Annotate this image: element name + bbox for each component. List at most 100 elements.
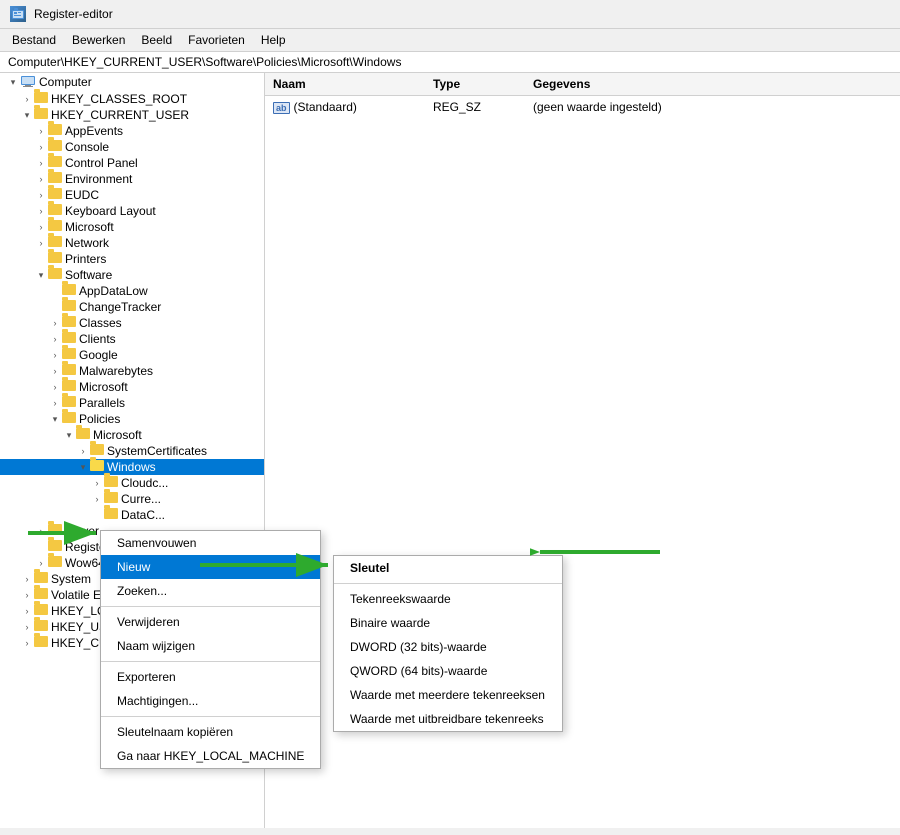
network-label: Network — [65, 236, 109, 250]
malwarebytes-label: Malwarebytes — [79, 364, 153, 378]
tree-item-systemcertificates[interactable]: › SystemCertificates — [0, 443, 264, 459]
green-arrow-nieuw — [200, 553, 340, 578]
tree-item-software[interactable]: ▾ Software — [0, 267, 264, 283]
tree-item-control-panel[interactable]: › Control Panel — [0, 155, 264, 171]
separator-2 — [101, 661, 320, 662]
changetracker-label: ChangeTracker — [79, 300, 161, 314]
expander-network: › — [34, 238, 48, 248]
folder-icon-microsoft — [48, 220, 62, 234]
expander-policies: ▾ — [48, 414, 62, 425]
expander-microsoft: › — [34, 222, 48, 232]
folder-icon-appdatalow — [62, 284, 76, 298]
separator-3 — [101, 716, 320, 717]
sub-menu-dword[interactable]: DWORD (32 bits)-waarde — [334, 635, 562, 659]
folder-icon-environment — [48, 172, 62, 186]
context-menu-naam-wijzigen[interactable]: Naam wijzigen — [101, 634, 320, 658]
expander-control-panel: › — [34, 158, 48, 168]
tree-item-changetracker[interactable]: ChangeTracker — [0, 299, 264, 315]
folder-icon-windows — [90, 460, 104, 474]
console-label: Console — [65, 140, 109, 154]
expander-software: ▾ — [34, 270, 48, 281]
tree-item-clients[interactable]: › Clients — [0, 331, 264, 347]
folder-icon-software — [48, 268, 62, 282]
context-menu-machtigingen[interactable]: Machtigingen... — [101, 689, 320, 713]
tree-item-eudc[interactable]: › EUDC — [0, 187, 264, 203]
menu-bewerken[interactable]: Bewerken — [66, 31, 131, 49]
tree-item-appdatalow[interactable]: AppDataLow — [0, 283, 264, 299]
expander-wow6432node: › — [34, 558, 48, 568]
tree-item-microsoft[interactable]: › Microsoft — [0, 219, 264, 235]
folder-icon-current-user — [34, 108, 48, 122]
window-title: Register-editor — [34, 7, 113, 21]
sub-menu-sleutel[interactable]: Sleutel — [334, 556, 562, 580]
tree-item-printers[interactable]: Printers — [0, 251, 264, 267]
folder-icon-console — [48, 140, 62, 154]
col-gegevens: Gegevens — [525, 75, 900, 93]
tree-item-curre[interactable]: › Curre... — [0, 491, 264, 507]
sub-menu-tekenreeks[interactable]: Tekenreekswaarde — [334, 587, 562, 611]
expander-hkey-local-machine: › — [20, 606, 34, 616]
tree-item-cloudc[interactable]: › Cloudc... — [0, 475, 264, 491]
expander-parallels: › — [48, 398, 62, 408]
classes-label: Classes — [79, 316, 122, 330]
folder-icon-network — [48, 236, 62, 250]
folder-icon-eudc — [48, 188, 62, 202]
tree-item-windows[interactable]: ▾ Windows — [0, 459, 264, 475]
sub-menu-qword[interactable]: QWORD (64 bits)-waarde — [334, 659, 562, 683]
context-menu-verwijderen[interactable]: Verwijderen — [101, 610, 320, 634]
tree-item-network[interactable]: › Network — [0, 235, 264, 251]
menu-beeld[interactable]: Beeld — [135, 31, 178, 49]
folder-icon-volatile — [34, 588, 48, 602]
address-bar: Computer\HKEY_CURRENT_USER\Software\Poli… — [0, 52, 900, 73]
tree-item-parallels[interactable]: › Parallels — [0, 395, 264, 411]
expander-environment: › — [34, 174, 48, 184]
context-menu-exporteren[interactable]: Exporteren — [101, 665, 320, 689]
environment-label: Environment — [65, 172, 132, 186]
eudc-label: EUDC — [65, 188, 99, 202]
control-panel-label: Control Panel — [65, 156, 138, 170]
context-menu-samenvouwen[interactable]: Samenvouwen — [101, 531, 320, 555]
folder-icon-hkey-users — [34, 620, 48, 634]
tree-item-google[interactable]: › Google — [0, 347, 264, 363]
tree-item-classes[interactable]: › Classes — [0, 315, 264, 331]
tree-item-console[interactable]: › Console — [0, 139, 264, 155]
sub-menu-binaire[interactable]: Binaire waarde — [334, 611, 562, 635]
sub-menu-meerdere[interactable]: Waarde met meerdere tekenreeksen — [334, 683, 562, 707]
folder-icon-system — [34, 572, 48, 586]
microsoft-label: Microsoft — [65, 220, 114, 234]
pol-microsoft-label: Microsoft — [93, 428, 142, 442]
reg-ab-icon: ab — [273, 102, 290, 114]
details-row-standard[interactable]: ab(Standaard) REG_SZ (geen waarde ingest… — [265, 96, 900, 118]
menu-bestand[interactable]: Bestand — [6, 31, 62, 49]
expander-clients: › — [48, 334, 62, 344]
tree-item-environment[interactable]: › Environment — [0, 171, 264, 187]
details-header: Naam Type Gegevens — [265, 73, 900, 96]
tree-item-hkey-current-user[interactable]: ▾ HKEY_CURRENT_USER — [0, 107, 264, 123]
context-menu-ga-naar[interactable]: Ga naar HKEY_LOCAL_MACHINE — [101, 744, 320, 768]
context-menu-zoeken[interactable]: Zoeken... — [101, 579, 320, 603]
tree-item-pol-microsoft[interactable]: ▾ Microsoft — [0, 427, 264, 443]
tree-item-malwarebytes[interactable]: › Malwarebytes — [0, 363, 264, 379]
sub-menu-uitbreidbare[interactable]: Waarde met uitbreidbare tekenreeks — [334, 707, 562, 731]
printers-label: Printers — [65, 252, 106, 266]
folder-icon-systemcertificates — [90, 444, 104, 458]
hkey-current-user-label: HKEY_CURRENT_USER — [51, 108, 189, 122]
tree-item-policies[interactable]: ▾ Policies — [0, 411, 264, 427]
menu-help[interactable]: Help — [255, 31, 292, 49]
tree-item-keyboard-layout[interactable]: › Keyboard Layout — [0, 203, 264, 219]
folder-icon-microsoft2 — [62, 380, 76, 394]
menu-favorieten[interactable]: Favorieten — [182, 31, 251, 49]
folder-icon-appevents — [48, 124, 62, 138]
green-arrow-windows — [28, 518, 108, 548]
computer-label: Computer — [39, 75, 92, 89]
folder-icon-curre — [104, 492, 118, 506]
sub-separator — [334, 583, 562, 584]
folder-icon-printers — [48, 252, 62, 266]
context-menu-sleutelnaam[interactable]: Sleutelnaam kopiëren — [101, 720, 320, 744]
separator-1 — [101, 606, 320, 607]
expander-computer: ▾ — [6, 77, 20, 88]
folder-icon-parallels — [62, 396, 76, 410]
tree-item-appevents[interactable]: › AppEvents — [0, 123, 264, 139]
expander-console: › — [34, 142, 48, 152]
tree-item-microsoft2[interactable]: › Microsoft — [0, 379, 264, 395]
